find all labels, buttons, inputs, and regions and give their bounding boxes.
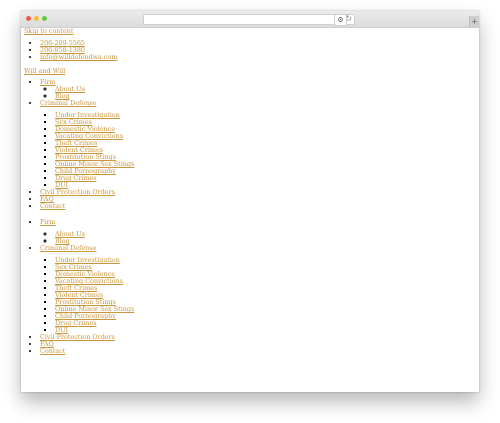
menu-link-contact[interactable]: Contact bbox=[40, 202, 65, 210]
browser-titlebar: ↻ ⚙ + bbox=[21, 11, 479, 28]
contact-list: 206-209-5565 206-858-1380 info@willdefen… bbox=[24, 40, 117, 61]
submenu-criminal-defense: Under Investigation Sex Crimes Domestic … bbox=[40, 257, 134, 334]
menu-item-criminal-defense: Criminal Defense Under Investigation Sex… bbox=[40, 100, 134, 189]
menu-link-criminal-defense[interactable]: Criminal Defense bbox=[40, 244, 96, 252]
address-bar[interactable]: ↻ bbox=[143, 14, 355, 25]
gear-icon[interactable]: ⚙ bbox=[334, 14, 347, 26]
minimize-window-button[interactable] bbox=[34, 16, 39, 21]
submenu-firm: About Us Blog bbox=[40, 86, 134, 100]
submenu-criminal-defense: Under Investigation Sex Crimes Domestic … bbox=[40, 112, 134, 189]
menu-item-firm: Firm About Us Blog bbox=[40, 79, 134, 100]
mobile-menu: Firm About Us Blog Criminal Defense Unde… bbox=[24, 219, 134, 355]
close-window-button[interactable] bbox=[26, 16, 31, 21]
list-item: info@willdefendwa.com bbox=[40, 54, 117, 61]
skip-to-content-link[interactable]: Skip to content bbox=[24, 28, 73, 35]
submenu-firm: About Us Blog bbox=[40, 231, 134, 245]
menu-link-criminal-defense[interactable]: Criminal Defense bbox=[40, 99, 96, 107]
menu-link-firm[interactable]: Firm bbox=[40, 218, 56, 226]
zoom-window-button[interactable] bbox=[42, 16, 47, 21]
page-content: Skip to content 206-209-5565 206-858-138… bbox=[21, 28, 479, 392]
menu-item-contact: Contact bbox=[40, 348, 134, 355]
primary-menu: Firm About Us Blog Criminal Defense Unde… bbox=[24, 79, 134, 210]
menu-item-civil-protection: Civil Protection Orders bbox=[40, 189, 134, 196]
new-tab-button[interactable]: + bbox=[469, 16, 479, 27]
menu-link-contact[interactable]: Contact bbox=[40, 347, 65, 355]
menu-item-criminal-defense: Criminal Defense Under Investigation Sex… bbox=[40, 245, 134, 334]
email-link[interactable]: info@willdefendwa.com bbox=[40, 53, 117, 61]
menu-item-firm: Firm About Us Blog bbox=[40, 219, 134, 245]
browser-window: ↻ ⚙ + Skip to content 206-209-5565 206-8… bbox=[21, 11, 479, 392]
menu-item-contact: Contact bbox=[40, 203, 134, 210]
site-brand-link[interactable]: Will and Will bbox=[24, 68, 65, 75]
menu-item-civil-protection: Civil Protection Orders bbox=[40, 334, 134, 341]
